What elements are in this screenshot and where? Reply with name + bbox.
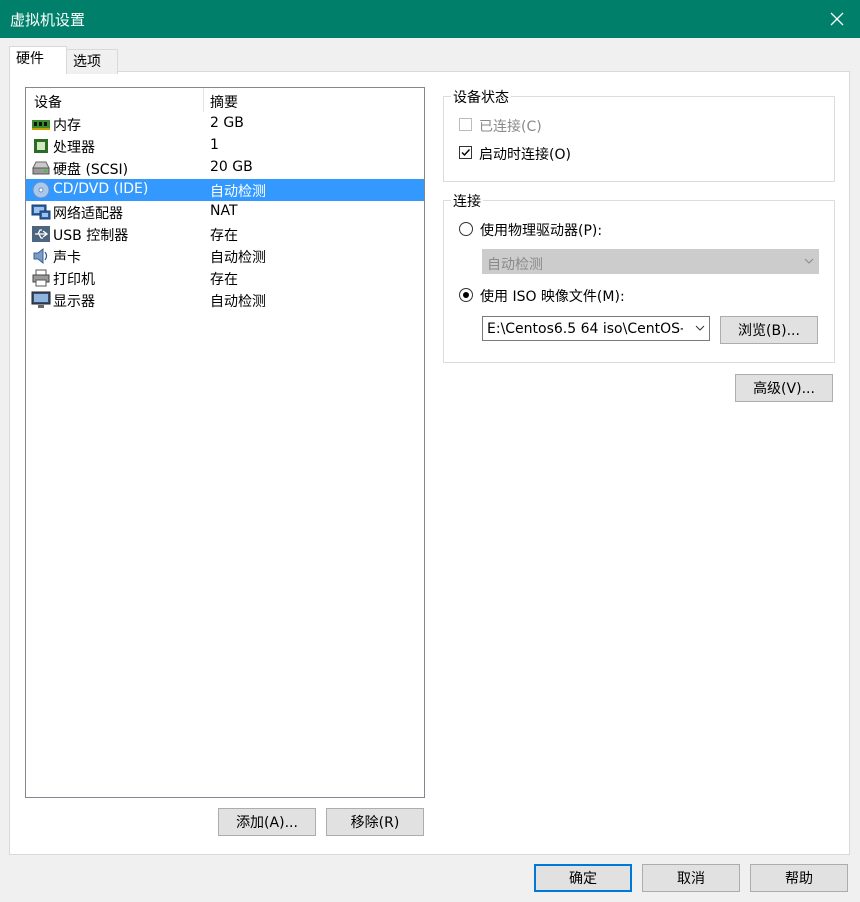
hard-disk-icon xyxy=(32,161,50,175)
list-item[interactable]: 显示器 自动检测 xyxy=(26,289,424,311)
tab-hardware[interactable]: 硬件 xyxy=(9,46,67,73)
chevron-down-icon xyxy=(695,325,705,331)
list-item[interactable]: 内存 2 GB xyxy=(26,113,424,135)
chevron-down-icon xyxy=(804,258,814,264)
device-status-group xyxy=(443,96,835,182)
browse-button[interactable]: 浏览(B)... xyxy=(720,316,818,344)
tab-options[interactable]: 选项 xyxy=(66,49,118,74)
add-button[interactable]: 添加(A)... xyxy=(218,808,316,836)
advanced-button[interactable]: 高级(V)... xyxy=(735,374,833,402)
ok-button[interactable]: 确定 xyxy=(534,864,632,892)
iso-path-combobox[interactable]: E:\Centos6.5 64 iso\CentOS-6. xyxy=(482,316,710,341)
physical-drive-radio[interactable] xyxy=(459,222,473,236)
display-icon xyxy=(31,291,51,308)
device-list[interactable]: 设备 摘要 内存 2 GB 处理器 1 硬盘 (SCSI) 20 GB CD/D… xyxy=(25,87,425,798)
network-adapter-icon xyxy=(31,204,51,220)
device-status-title: 设备状态 xyxy=(451,87,511,107)
list-item-selected[interactable]: CD/DVD (IDE) 自动检测 xyxy=(26,179,424,201)
title-bar: 虚拟机设置 xyxy=(0,0,860,38)
list-header: 设备 摘要 xyxy=(26,88,424,112)
connect-at-power-on-checkbox[interactable] xyxy=(459,146,472,159)
list-item[interactable]: 硬盘 (SCSI) 20 GB xyxy=(26,157,424,179)
list-item[interactable]: 网络适配器 NAT xyxy=(26,201,424,223)
list-item[interactable]: 打印机 存在 xyxy=(26,267,424,289)
memory-icon xyxy=(32,120,50,130)
column-header-summary[interactable]: 摘要 xyxy=(210,92,238,112)
help-button[interactable]: 帮助 xyxy=(750,864,848,892)
connected-checkbox[interactable] xyxy=(459,118,472,131)
iso-image-label: 使用 ISO 映像文件(M): xyxy=(480,289,625,305)
physical-drive-label: 使用物理驱动器(P): xyxy=(480,223,603,239)
checkmark-icon xyxy=(461,149,471,157)
printer-icon xyxy=(32,269,50,287)
list-item[interactable]: USB 控制器 存在 xyxy=(26,223,424,245)
connected-label: 已连接(C) xyxy=(479,119,542,135)
list-item[interactable]: 处理器 1 xyxy=(26,135,424,157)
remove-button[interactable]: 移除(R) xyxy=(326,808,424,836)
list-item[interactable]: 声卡 自动检测 xyxy=(26,245,424,267)
window-title: 虚拟机设置 xyxy=(10,11,86,29)
column-header-device[interactable]: 设备 xyxy=(34,92,62,112)
close-button[interactable] xyxy=(814,0,860,38)
close-icon xyxy=(830,12,844,26)
connection-title: 连接 xyxy=(451,191,483,211)
physical-drive-select[interactable]: 自动检测 xyxy=(482,249,819,274)
usb-icon xyxy=(32,226,50,242)
processor-icon xyxy=(34,139,48,153)
iso-image-radio[interactable] xyxy=(459,288,473,302)
sound-card-icon xyxy=(33,247,48,265)
cd-dvd-icon xyxy=(32,181,50,199)
connect-at-power-on-label: 启动时连接(O) xyxy=(479,147,571,163)
cancel-button[interactable]: 取消 xyxy=(642,864,740,892)
